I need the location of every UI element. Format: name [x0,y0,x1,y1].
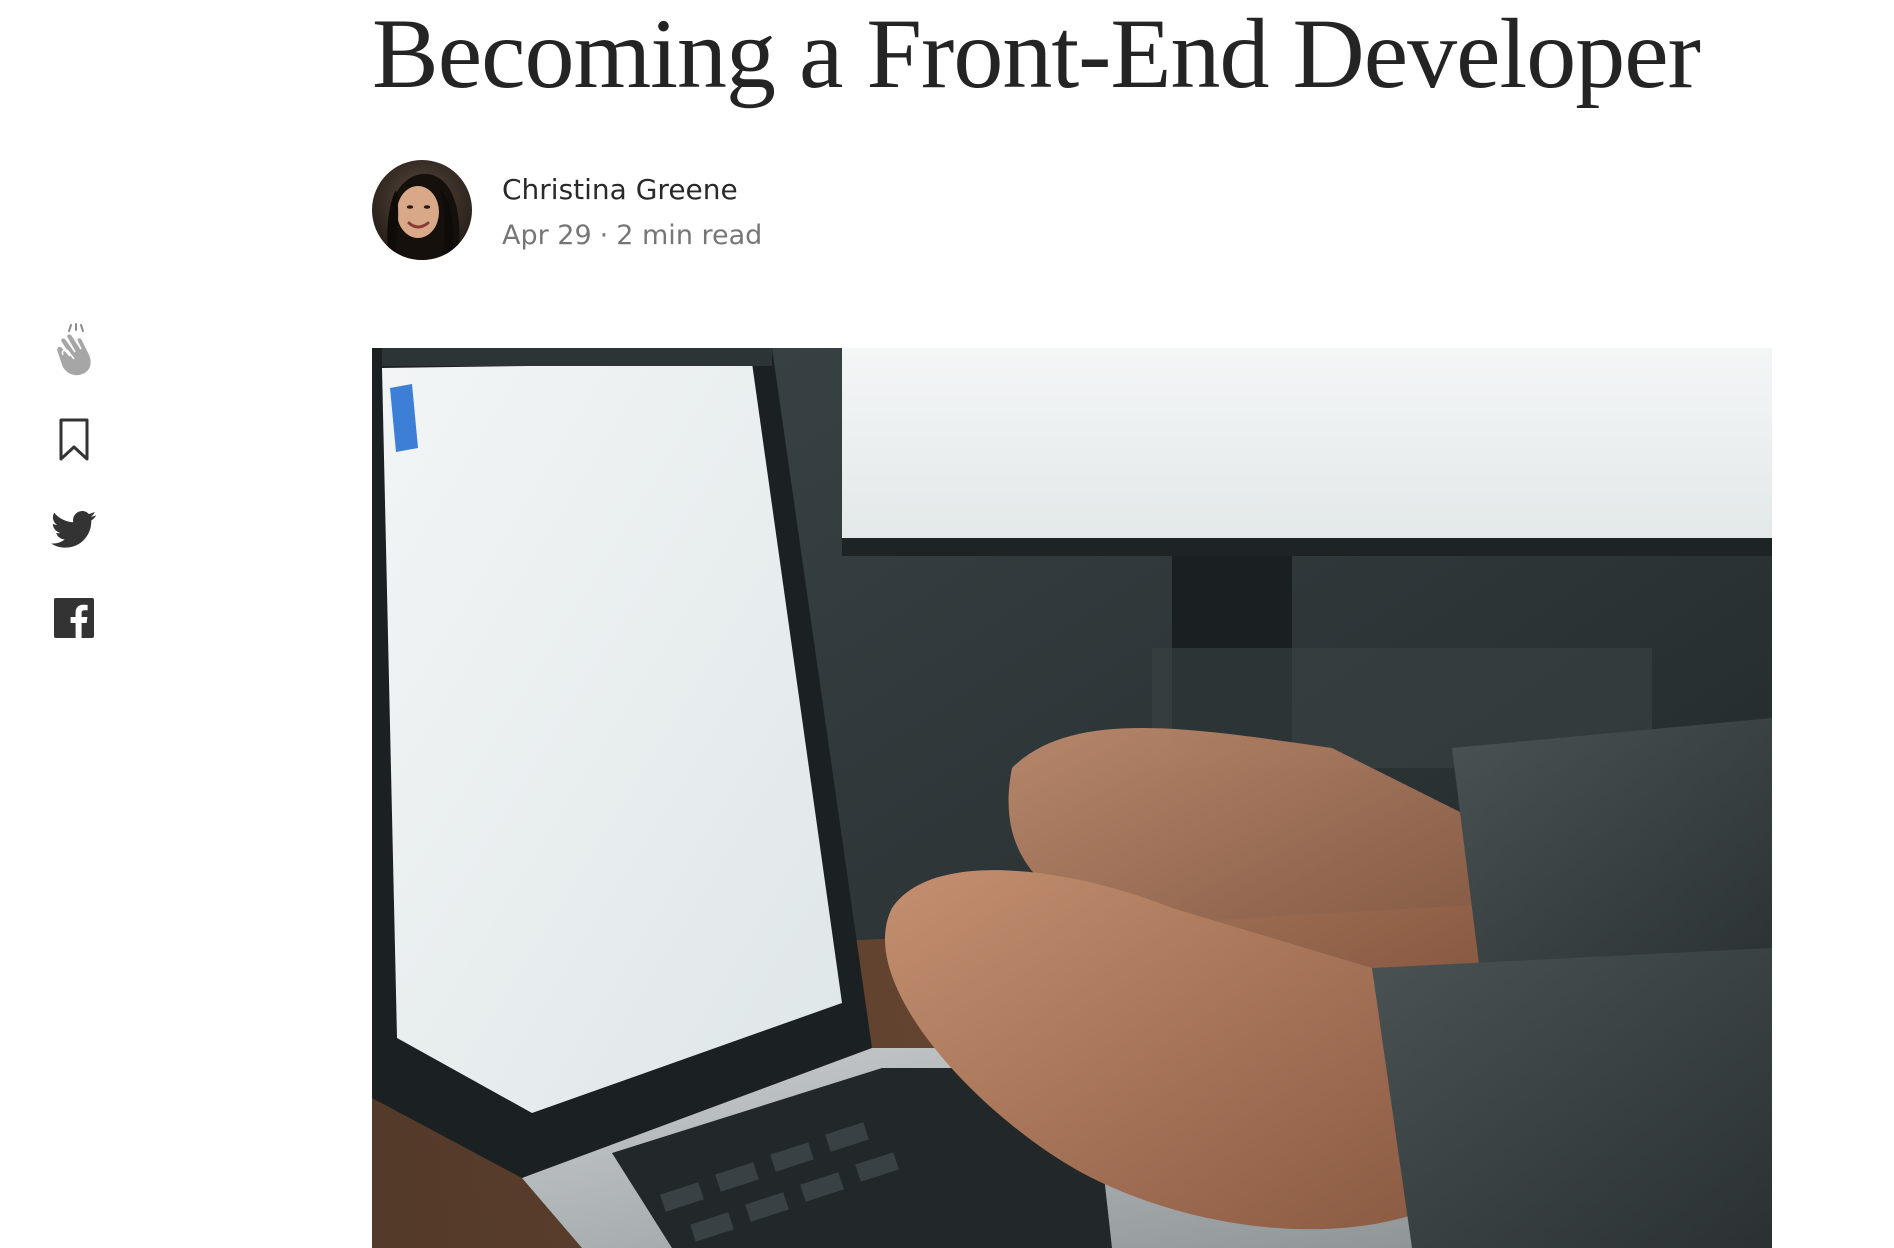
article-meta: Apr 29 · 2 min read [502,218,762,254]
twitter-share-button[interactable] [40,502,108,562]
bookmark-icon [58,418,90,467]
laptop-typing-photo [372,348,1772,1248]
author-name-link[interactable]: Christina Greene [502,172,738,208]
article-title: Becoming a Front-End Developer [372,0,1701,109]
meta-separator: · [599,220,609,251]
publish-date: Apr 29 [502,220,592,251]
facebook-icon [54,597,94,643]
clap-icon [49,322,99,383]
facebook-share-button[interactable] [40,590,108,650]
bookmark-button[interactable] [40,412,108,472]
clap-button[interactable] [40,322,108,382]
avatar-image [372,160,472,260]
hero-image [372,348,1772,1248]
read-time: 2 min read [616,220,763,251]
author-avatar[interactable] [372,160,472,260]
twitter-icon [51,510,97,554]
